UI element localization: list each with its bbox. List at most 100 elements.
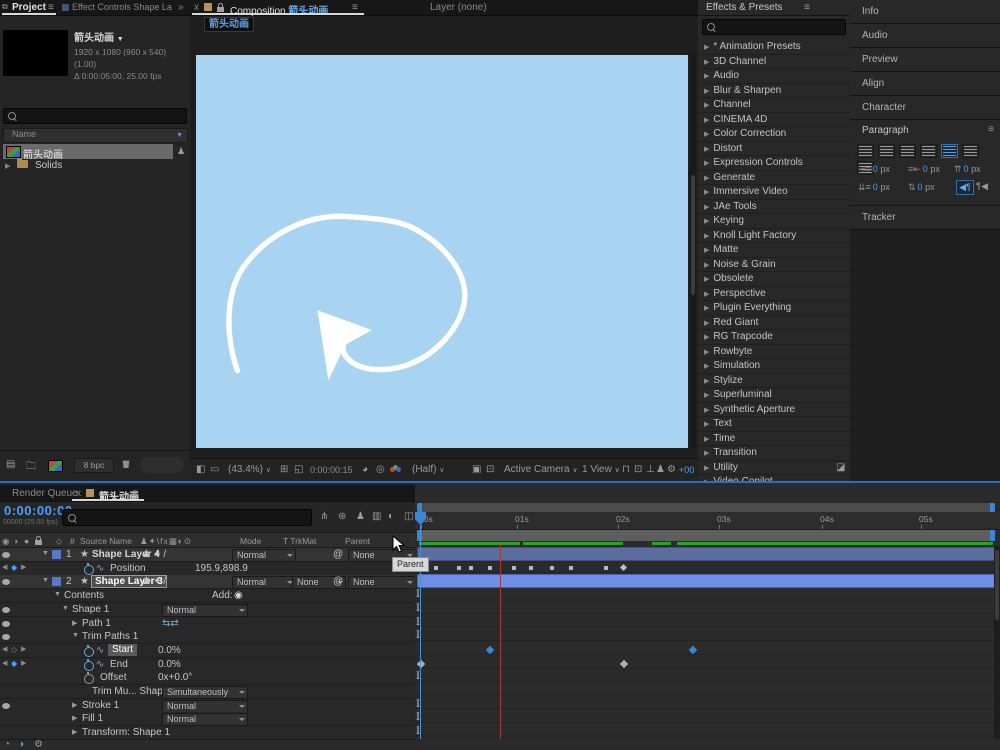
refresh-icon[interactable]: ⊡ xyxy=(634,464,642,475)
tab-close-icon[interactable]: x xyxy=(194,2,199,13)
twirl-icon[interactable]: ▼ xyxy=(42,550,49,557)
tracker-panel-header[interactable]: Tracker xyxy=(850,206,1000,230)
effects-category-row[interactable]: ▶Distort xyxy=(698,142,850,157)
time-ruler[interactable]: 00s 01s 02s 03s 04s 05s xyxy=(415,512,1000,530)
transfer-controls-icon[interactable]: ⚙ xyxy=(34,739,43,750)
twirl-icon[interactable]: ▶ xyxy=(72,728,77,736)
magnification-dropdown[interactable]: (43.4%) ∨ xyxy=(228,464,271,475)
new-composition-icon[interactable] xyxy=(48,460,63,472)
work-area-bar[interactable] xyxy=(417,530,995,541)
effects-category-row[interactable]: ▶Matte xyxy=(698,243,850,258)
twirl-icon[interactable]: ▶ xyxy=(72,714,77,722)
expand-render-time-icon[interactable]: ◑ xyxy=(18,739,24,750)
eye-icon[interactable] xyxy=(2,579,10,585)
keyframe[interactable] xyxy=(569,566,573,570)
eye-icon[interactable] xyxy=(2,703,10,709)
twirl-icon[interactable]: ▶ xyxy=(704,131,709,138)
group-label[interactable]: Shape 1 xyxy=(72,604,109,615)
group-label[interactable]: Path 1 xyxy=(82,618,111,629)
group-label[interactable]: Fill 1 xyxy=(82,713,103,724)
keyframe[interactable] xyxy=(529,566,533,570)
effects-category-row[interactable]: ▶Immersive Video xyxy=(698,185,850,200)
position-value[interactable]: 195.9,898.9 xyxy=(195,563,248,574)
effects-category-row[interactable]: ▶JAe Tools xyxy=(698,200,850,215)
twirl-icon[interactable]: ▶ xyxy=(704,102,709,109)
twirl-icon[interactable]: ▶ xyxy=(704,407,709,414)
effects-category-row[interactable]: ▶Utility xyxy=(698,461,850,476)
align-right-button[interactable] xyxy=(899,144,916,158)
stopwatch-icon[interactable] xyxy=(84,647,94,657)
twirl-icon[interactable]: ▶ xyxy=(704,465,709,472)
pixel-aspect-icon[interactable]: ⊓ xyxy=(622,464,630,475)
exposure-gear-icon[interactable]: ⚙ xyxy=(667,464,676,475)
exposure-value[interactable]: +00 xyxy=(679,465,694,475)
motion-blur-icon[interactable]: ◐ xyxy=(388,511,394,522)
eye-icon[interactable] xyxy=(2,552,10,558)
comp-panel-menu-icon[interactable]: ≡ xyxy=(352,2,358,13)
twirl-icon[interactable]: ▶ xyxy=(704,276,709,283)
property-label[interactable]: Offset xyxy=(100,672,127,683)
effects-category-row[interactable]: ▶Red Giant xyxy=(698,316,850,331)
keyframe[interactable] xyxy=(469,566,473,570)
twirl-icon[interactable]: ▶ xyxy=(704,233,709,240)
twirl-icon[interactable]: ▼ xyxy=(72,632,79,639)
property-row-position[interactable]: ◀ ◆ ▶ ∿ Position 195.9,898.9 xyxy=(0,562,414,576)
tab-project[interactable]: Project xyxy=(12,2,46,13)
twirl-icon[interactable]: ▶ xyxy=(704,378,709,385)
group-row-stroke-1[interactable]: ▶ Stroke 1 Normal xyxy=(0,699,414,713)
twirl-icon[interactable]: ▶ xyxy=(704,59,709,66)
bpc-button[interactable]: 8 bpc xyxy=(74,458,114,473)
twirl-icon[interactable]: ▶ xyxy=(704,175,709,182)
effects-search-input[interactable] xyxy=(702,19,846,35)
work-area-end-handle[interactable] xyxy=(990,503,995,512)
property-label-selected[interactable]: Start xyxy=(108,644,137,656)
timeline-tab-menu-icon[interactable]: ≡ xyxy=(132,488,138,499)
effects-category-row[interactable]: ▶CINEMA 4D xyxy=(698,113,850,128)
text-direction-ltr-button[interactable]: ◀¶ xyxy=(956,180,974,195)
collapsed-panel-header[interactable]: Info xyxy=(850,0,1000,24)
effects-category-row[interactable]: ▶Stylize xyxy=(698,374,850,389)
next-keyframe-icon[interactable]: ▶ xyxy=(21,645,26,653)
new-folder-icon[interactable]: 🗀 xyxy=(26,459,36,476)
prev-keyframe-icon[interactable]: ◀ xyxy=(2,563,7,571)
layer-switches[interactable]: ♟✦/ xyxy=(142,549,168,560)
tab-layer[interactable]: Layer (none) xyxy=(430,2,487,13)
text-direction-rtl-button[interactable]: ¶◀ xyxy=(974,180,990,193)
twirl-icon[interactable]: ▶ xyxy=(704,392,709,399)
effects-category-row[interactable]: ▶Perspective xyxy=(698,287,850,302)
space-before-field[interactable]: ⇈0 px xyxy=(954,164,981,175)
keyframe[interactable] xyxy=(434,566,438,570)
property-label[interactable]: End xyxy=(110,659,128,670)
project-name-column-header[interactable]: Name ▼ xyxy=(3,128,188,143)
paragraph-menu-icon[interactable]: ≡ xyxy=(988,124,994,135)
group-label[interactable]: Transform: Shape 1 xyxy=(82,727,170,738)
align-left-button[interactable] xyxy=(857,144,874,158)
track-vertical-scrollbar[interactable] xyxy=(994,546,1000,739)
twirl-icon[interactable]: ▶ xyxy=(704,88,709,95)
work-area-bar-top[interactable] xyxy=(417,503,995,512)
layer-row-shape-layer-4[interactable]: ▼ 1 ★ Shape Layer 4 ♟✦/ Normal @ None xyxy=(0,548,414,562)
effects-category-row[interactable]: ▶Audio xyxy=(698,69,850,84)
first-line-indent-field[interactable]: ⇊≡0 px xyxy=(858,182,890,193)
eye-icon[interactable] xyxy=(2,621,10,627)
stopwatch-icon[interactable] xyxy=(84,565,94,575)
twirl-icon[interactable]: ▶ xyxy=(704,189,709,196)
effects-category-row[interactable]: ▶Noise & Grain xyxy=(698,258,850,273)
comp-name-chip[interactable]: 箭头动画 xyxy=(204,17,254,32)
project-item-solids[interactable]: ▶ Solids xyxy=(3,160,186,175)
keyframe[interactable] xyxy=(488,566,492,570)
trash-icon[interactable] xyxy=(122,459,130,468)
group-row-contents[interactable]: ▼ Contents Add: ◉ xyxy=(0,589,414,603)
work-area-start-handle[interactable] xyxy=(417,503,422,512)
parent-dropdown[interactable]: None xyxy=(348,576,416,589)
group-label[interactable]: Trim Paths 1 xyxy=(82,631,138,642)
parent-pickwhip-icon[interactable]: @ xyxy=(333,576,343,587)
twirl-icon[interactable]: ▶ xyxy=(72,619,77,627)
twirl-icon[interactable]: ▶ xyxy=(704,160,709,167)
align-center-button[interactable] xyxy=(878,144,895,158)
effects-category-row[interactable]: ▶3D Channel xyxy=(698,55,850,70)
offset-value[interactable]: 0x+0.0° xyxy=(158,672,192,683)
property-row-end[interactable]: ◀ ◆ ▶ ∿ End 0.0% xyxy=(0,658,414,672)
keyframe-toggle-icon[interactable]: ◇ xyxy=(11,645,17,654)
effects-category-row[interactable]: ▶Transition xyxy=(698,446,850,461)
